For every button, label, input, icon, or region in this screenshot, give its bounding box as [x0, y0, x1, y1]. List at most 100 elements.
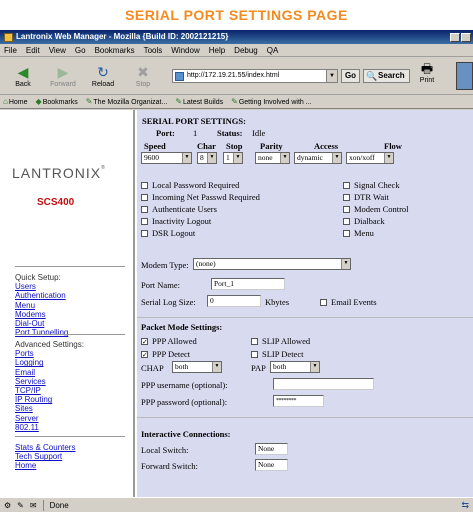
minimize-button[interactable]	[450, 32, 460, 42]
nav-sites[interactable]: Sites	[15, 404, 84, 413]
ppp-allowed-checkbox[interactable]: ✓ PPP Allowed	[141, 336, 197, 346]
checkbox-icon	[343, 193, 350, 201]
menu-debug[interactable]: Debug	[234, 46, 258, 55]
bookmark-mozilla[interactable]: ✎The Mozilla Organizat...	[86, 97, 168, 106]
local-switch-input[interactable]: None	[255, 443, 288, 455]
url-field[interactable]: http://172.19.21.55/index.html ▼	[172, 69, 338, 83]
back-button[interactable]: ◀ Back	[3, 64, 43, 88]
speed-header: Speed	[144, 141, 166, 151]
email-events-checkbox[interactable]: Email Events	[320, 297, 377, 307]
ppp-detect-checkbox[interactable]: ✓ PPP Detect	[141, 349, 190, 359]
menu-go[interactable]: Go	[75, 46, 86, 55]
section-divider	[137, 417, 473, 418]
bookmark-latest[interactable]: ✎Latest Builds	[175, 97, 223, 106]
char-value: 8	[200, 153, 204, 162]
bookmark-involved[interactable]: ✎Getting Involved with ...	[231, 97, 311, 106]
bookmark-home[interactable]: ⌂Home	[3, 97, 28, 106]
forward-button[interactable]: ▶ Forward	[43, 64, 83, 88]
slip-allowed-checkbox[interactable]: SLIP Allowed	[251, 336, 310, 346]
option-right-checkbox-1[interactable]: DTR Wait	[343, 192, 389, 202]
option-right-checkbox-0[interactable]: Signal Check	[343, 180, 400, 190]
print-label: Print	[419, 77, 435, 84]
forward-switch-input[interactable]: None	[255, 459, 288, 471]
checkbox-icon	[141, 205, 148, 213]
serial-log-size-input[interactable]: 0	[207, 295, 261, 307]
nav-server[interactable]: Server	[15, 414, 84, 423]
modem-type-select[interactable]: (none) ▼	[193, 258, 351, 270]
nav-authentication[interactable]: Authentication	[15, 291, 68, 300]
char-select[interactable]: 8 ▼	[197, 152, 217, 164]
menu-help[interactable]: Help	[209, 46, 225, 55]
slip-detect-label: SLIP Detect	[262, 349, 304, 359]
bookmark-involved-label: Getting Involved with ...	[238, 99, 312, 106]
nav-tech-support[interactable]: Tech Support	[15, 452, 75, 461]
bookmark-icon: ✎	[231, 97, 238, 106]
option-left-checkbox-2[interactable]: Authenticate Users	[141, 204, 217, 214]
option-right-checkbox-4[interactable]: Menu	[343, 228, 374, 238]
option-right-checkbox-2[interactable]: Modem Control	[343, 204, 409, 214]
option-left-checkbox-3[interactable]: Inactivity Logout	[141, 216, 211, 226]
menu-view[interactable]: View	[49, 46, 66, 55]
pap-select[interactable]: both ▼	[270, 361, 320, 373]
menu-qa[interactable]: QA	[267, 46, 279, 55]
port-name-input[interactable]: Port_1	[211, 278, 285, 290]
option-left-checkbox-0[interactable]: Local Password Required	[141, 180, 239, 190]
bookmark-icon: ✎	[85, 97, 93, 106]
slip-detect-checkbox[interactable]: SLIP Detect	[251, 349, 303, 359]
checkbox-icon	[141, 229, 148, 237]
stop-button[interactable]: ✖ Stop	[123, 64, 163, 88]
nav-dial-out[interactable]: Dial-Out	[15, 319, 68, 328]
menu-edit[interactable]: Edit	[26, 46, 40, 55]
nav-stats-counters[interactable]: Stats & Counters	[15, 443, 75, 452]
go-button[interactable]: Go	[341, 69, 360, 83]
option-left-option-label: Inactivity Logout	[152, 216, 212, 226]
pencil-icon: ✎	[17, 500, 24, 510]
option-left-checkbox-1[interactable]: Incoming Net Passwd Required	[141, 192, 260, 202]
print-button[interactable]: 🖶 Print	[415, 61, 439, 84]
nav-80211[interactable]: 802.11	[15, 423, 84, 432]
access-select[interactable]: dynamic ▼	[294, 152, 342, 164]
nav-email[interactable]: Email	[15, 368, 84, 377]
parity-select[interactable]: none ▼	[255, 152, 290, 164]
nav-home[interactable]: Home	[15, 461, 75, 470]
nav-port-tunnelling[interactable]: Port Tunnelling	[15, 328, 68, 337]
nav-menu[interactable]: Menu	[15, 301, 68, 310]
option-right-option-label: Modem Control	[354, 204, 409, 214]
parity-header: Parity	[260, 141, 283, 151]
interactive-title: Interactive Connections:	[141, 429, 231, 439]
option-left-checkbox-4[interactable]: DSR Logout	[141, 228, 195, 238]
ppp-password-input[interactable]: ********	[273, 395, 324, 407]
nav-logging[interactable]: Logging	[15, 358, 84, 367]
speed-select[interactable]: 9600 ▼	[141, 152, 192, 164]
form-title: SERIAL PORT SETTINGS:	[142, 116, 246, 126]
nav-modems[interactable]: Modems	[15, 310, 68, 319]
menu-tools[interactable]: Tools	[144, 46, 163, 55]
menu-bookmarks[interactable]: Bookmarks	[95, 46, 135, 55]
search-button[interactable]: 🔍 Search	[363, 69, 410, 83]
option-right-checkbox-3[interactable]: Dialback	[343, 216, 385, 226]
flow-select[interactable]: xon/xoff ▼	[346, 152, 394, 164]
chap-select[interactable]: both ▼	[172, 361, 222, 373]
section-divider	[137, 317, 473, 318]
checkbox-checked-icon: ✓	[141, 337, 148, 346]
url-dropdown-icon[interactable]: ▼	[326, 70, 337, 82]
checkbox-icon	[141, 181, 148, 189]
reload-button[interactable]: ↻ Reload	[83, 64, 123, 88]
nav-services[interactable]: Services	[15, 377, 84, 386]
ppp-detect-label: PPP Detect	[152, 349, 191, 359]
menu-window[interactable]: Window	[171, 46, 199, 55]
menu-file[interactable]: File	[4, 46, 17, 55]
option-left-option-label: Authenticate Users	[152, 204, 217, 214]
nav-ports[interactable]: Ports	[15, 349, 84, 358]
nav-users[interactable]: Users	[15, 282, 68, 291]
bookmark-bookmarks[interactable]: ◆Bookmarks	[36, 97, 78, 106]
option-right-option-label: DTR Wait	[354, 192, 389, 202]
maximize-button[interactable]	[461, 32, 471, 42]
nav-ip-routing[interactable]: IP Routing	[15, 395, 84, 404]
nav-tcpip[interactable]: TCP/IP	[15, 386, 84, 395]
ppp-username-input[interactable]	[273, 378, 374, 390]
sidebar: LANTRONIX® SCS400 Quick Setup: Users Aut…	[0, 110, 135, 497]
stop-select[interactable]: 1 ▼	[223, 152, 243, 164]
status-bar: ⚙ ✎ ✉ Done ⇆	[0, 497, 473, 512]
bookmark-icon: ✉	[29, 500, 37, 510]
